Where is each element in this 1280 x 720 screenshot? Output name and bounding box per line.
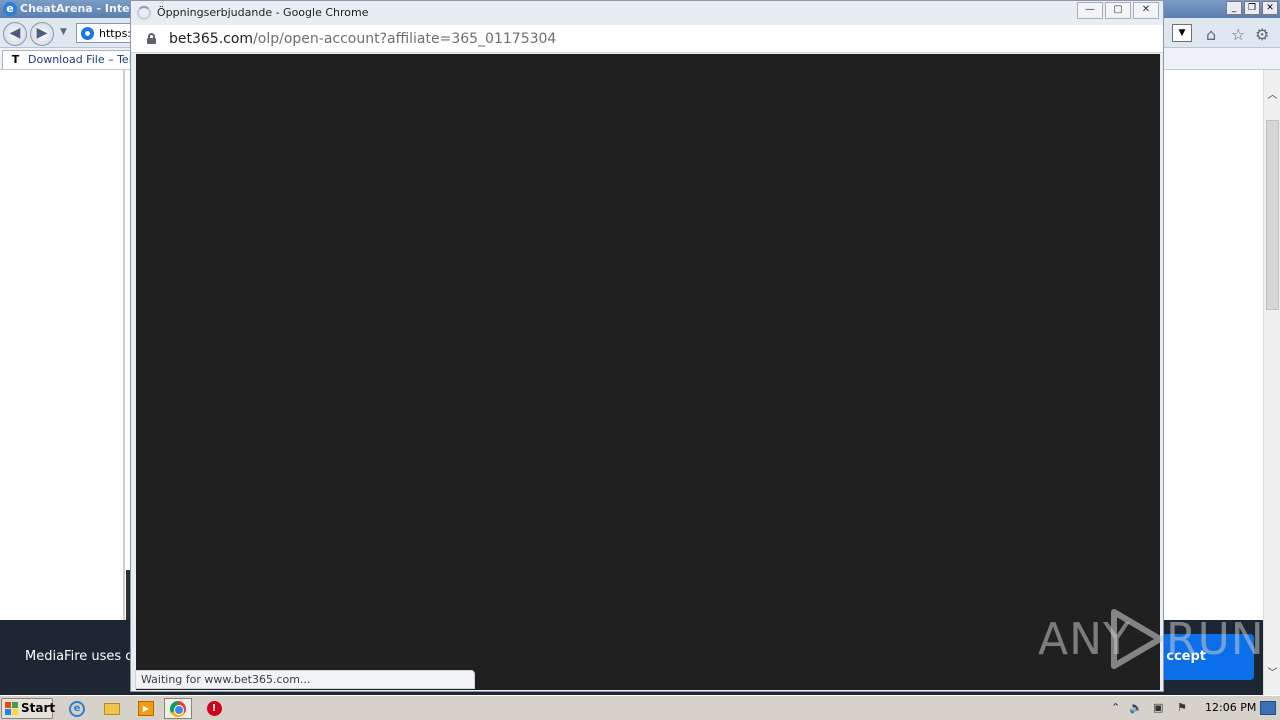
taskbar-chrome[interactable] (164, 698, 192, 719)
ie-address-text: https: (99, 27, 132, 40)
taskbar: Start e ▶ ! ⌃ 🔈 ▣ ⚑ 12:06 PM (0, 695, 1280, 720)
volume-icon[interactable]: 🔈 (1129, 701, 1143, 714)
chrome-maximize-button[interactable]: ▢ (1105, 2, 1131, 19)
opera-icon: ! (206, 701, 222, 716)
ie-restore-button[interactable]: ❐ (1244, 1, 1260, 15)
taskbar-media-player[interactable]: ▶ (132, 698, 160, 719)
tab-favicon-icon: T (9, 53, 22, 66)
show-desktop-button[interactable] (1260, 701, 1276, 715)
home-icon[interactable]: ⌂ (1206, 25, 1216, 44)
ie-minimize-button[interactable]: _ (1226, 1, 1242, 15)
chrome-icon (170, 700, 186, 717)
chrome-close-button[interactable]: ✕ (1133, 2, 1159, 19)
scroll-down-icon[interactable]: ﹀ (1266, 664, 1279, 679)
url-path: /olp/open-account?affiliate=365_01175304 (253, 31, 557, 47)
ie-scrollbar[interactable]: ︿ ﹀ (1263, 70, 1280, 695)
chrome-url-bar[interactable]: bet365.com/olp/open-account?affiliate=36… (131, 25, 1163, 53)
url-host: bet365.com (169, 31, 254, 47)
ie-icon: e (69, 700, 85, 717)
loading-spinner-icon (137, 6, 151, 20)
chrome-titlebar: Öppningserbjudande - Google Chrome — ▢ ✕ (131, 1, 1163, 25)
ie-logo-icon: e (3, 2, 17, 16)
taskbar-ie[interactable]: e (63, 698, 91, 719)
scroll-up-icon[interactable]: ︿ (1266, 86, 1279, 101)
site-favicon-icon (81, 27, 94, 40)
taskbar-opera[interactable]: ! (200, 698, 228, 719)
page-divider (123, 70, 125, 695)
forward-arrow-icon[interactable]: ▶ (30, 22, 54, 46)
lock-icon[interactable] (147, 33, 156, 44)
gear-icon[interactable]: ⚙ (1255, 25, 1269, 44)
history-dropdown-icon[interactable]: ▼ (60, 27, 67, 37)
watermark-right-text: RUN (1166, 614, 1265, 665)
taskbar-clock[interactable]: 12:06 PM (1205, 701, 1256, 714)
chrome-window-controls: — ▢ ✕ (1077, 2, 1159, 19)
watermark-play-icon (1111, 609, 1163, 669)
back-arrow-icon[interactable]: ◀ (3, 22, 27, 46)
ie-window-title: CheatArena - Intern (20, 2, 143, 15)
media-player-icon: ▶ (138, 701, 154, 716)
chrome-minimize-button[interactable]: — (1077, 2, 1103, 19)
chrome-page-content (136, 54, 1160, 690)
loading-status-bubble: Waiting for www.bet365.com... (135, 670, 475, 689)
scroll-thumb[interactable] (1266, 120, 1279, 310)
system-tray: ⌃ 🔈 ▣ ⚑ 12:06 PM (1105, 698, 1280, 719)
tray-expand-icon[interactable]: ⌃ (1111, 701, 1120, 714)
windows-logo-icon (5, 702, 18, 715)
ie-tab-label: Download File – Tele (28, 53, 139, 66)
taskbar-explorer[interactable] (98, 698, 126, 719)
chrome-window-title: Öppningserbjudande - Google Chrome (157, 6, 369, 19)
network-icon[interactable]: ▣ (1153, 701, 1163, 714)
ie-window-controls: _ ❐ ✕ (1226, 1, 1278, 15)
start-label: Start (21, 701, 56, 715)
action-center-flag-icon[interactable]: ⚑ (1177, 701, 1187, 714)
folder-icon (104, 702, 120, 715)
chrome-url[interactable]: bet365.com/olp/open-account?affiliate=36… (169, 31, 556, 47)
favorites-star-icon[interactable]: ☆ (1231, 25, 1245, 44)
chrome-popup-window: Öppningserbjudande - Google Chrome — ▢ ✕… (130, 0, 1164, 692)
ie-close-button[interactable]: ✕ (1262, 1, 1278, 15)
cookie-banner-text: MediaFire uses c (25, 649, 133, 664)
start-button[interactable]: Start (1, 698, 56, 719)
address-dropdown-icon[interactable]: ▼ (1172, 24, 1192, 42)
ie-address-bar[interactable]: https: (76, 23, 136, 43)
